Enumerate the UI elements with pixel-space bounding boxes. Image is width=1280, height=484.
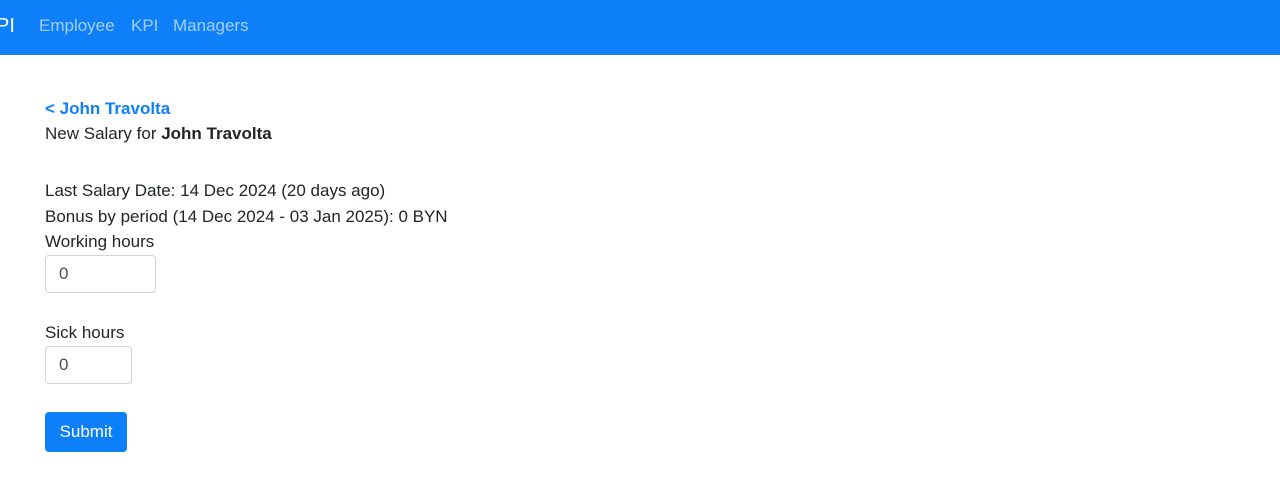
employee-name: John Travolta	[161, 124, 272, 143]
nav-link-kpi[interactable]: KPI	[131, 15, 158, 37]
working-hours-label: Working hours	[45, 232, 155, 251]
submit-button[interactable]: Submit	[45, 412, 127, 452]
sick-hours-label: Sick hours	[45, 323, 125, 342]
navbar-brand[interactable]: PI	[0, 13, 15, 39]
page-heading: New Salary for John Travolta	[45, 123, 272, 145]
working-hours-input[interactable]	[45, 255, 156, 293]
sick-hours-input[interactable]	[45, 346, 132, 384]
page-heading-prefix: New Salary for	[45, 124, 162, 143]
top-navbar: PI Employee KPI Managers	[0, 0, 1280, 55]
nav-link-employee[interactable]: Employee	[39, 15, 115, 37]
bonus-by-period: Bonus by period (14 Dec 2024 - 03 Jan 20…	[45, 207, 448, 226]
back-to-employee-link[interactable]: < John Travolta	[45, 98, 170, 120]
last-salary-date: Last Salary Date: 14 Dec 2024 (20 days a…	[45, 181, 386, 200]
nav-link-managers[interactable]: Managers	[173, 15, 249, 37]
